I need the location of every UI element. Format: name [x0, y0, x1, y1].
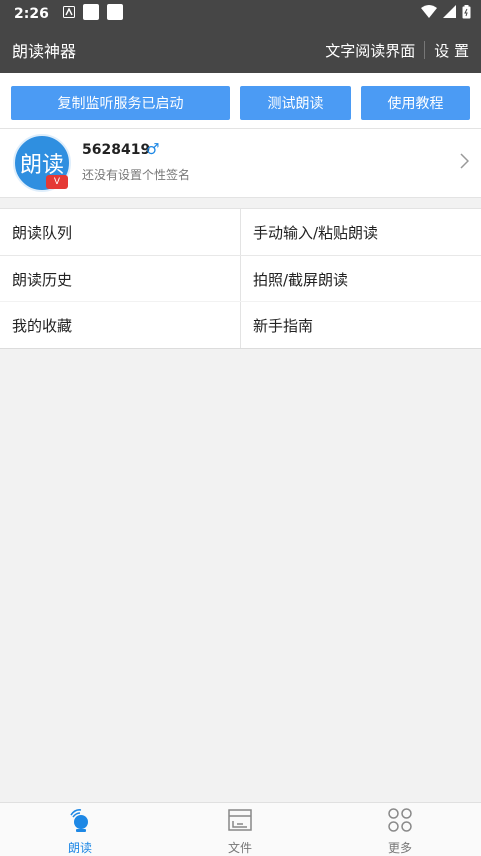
menu-grid: 朗读队列 手动输入/粘贴朗读 朗读历史 拍照/截屏朗读 我的收藏 新手指南 [0, 208, 481, 349]
signature-text: 还没有设置个性签名 [82, 168, 191, 182]
vip-badge-text: V [53, 177, 61, 187]
settings-button[interactable]: 设 置 [434, 40, 469, 61]
nav-tab-more[interactable]: 更多 [320, 803, 480, 856]
notification-square-icon [82, 3, 99, 24]
nav-label-more: 更多 [387, 841, 412, 855]
username: 5628419 [82, 142, 151, 158]
menu-favorites[interactable]: 我的收藏 [0, 302, 240, 348]
battery-icon [462, 4, 471, 23]
text-reading-view-button[interactable]: 文字阅读界面 [325, 40, 415, 61]
nav-label-file: 文件 [227, 841, 252, 855]
action-divider [424, 41, 426, 59]
more-grid-icon [387, 807, 413, 837]
tutorial-button[interactable]: 使用教程 [361, 86, 470, 120]
status-time: 2:26 [14, 5, 49, 22]
signal-icon [443, 5, 456, 22]
notification-square-icon-2 [106, 3, 123, 24]
status-bar: 2:26 [0, 0, 481, 27]
app-bar-actions: 文字阅读界面 设 置 [325, 40, 469, 61]
action-button-row: 复制监听服务已启动 测试朗读 使用教程 [0, 73, 481, 128]
menu-beginner-guide[interactable]: 新手指南 [241, 302, 481, 348]
app-title: 朗读神器 [12, 42, 77, 61]
menu-read-queue[interactable]: 朗读队列 [0, 209, 240, 255]
nav-tab-file[interactable]: 文件 [160, 803, 320, 856]
read-aloud-icon [67, 807, 93, 837]
chevron-right-icon [460, 153, 470, 174]
menu-read-history[interactable]: 朗读历史 [0, 256, 240, 302]
notification-a-icon [62, 5, 75, 22]
profile-card[interactable]: 朗读 V 5628419 ♂ 还没有设置个性签名 [0, 128, 481, 198]
app-bar: 朗读神器 文字阅读界面 设 置 [0, 27, 481, 73]
copy-monitor-button[interactable]: 复制监听服务已启动 [11, 86, 230, 120]
wifi-icon [421, 5, 437, 22]
nav-label-read: 朗读 [67, 841, 92, 855]
male-gender-icon: ♂ [146, 140, 160, 158]
test-read-button[interactable]: 测试朗读 [240, 86, 351, 120]
file-icon [227, 807, 253, 837]
bottom-nav: 朗读 文件 更多 [0, 802, 481, 856]
vip-badge: V [46, 175, 68, 189]
menu-manual-input[interactable]: 手动输入/粘贴朗读 [241, 209, 481, 255]
nav-tab-read[interactable]: 朗读 [0, 803, 160, 856]
menu-photo-screenshot-read[interactable]: 拍照/截屏朗读 [241, 256, 481, 302]
